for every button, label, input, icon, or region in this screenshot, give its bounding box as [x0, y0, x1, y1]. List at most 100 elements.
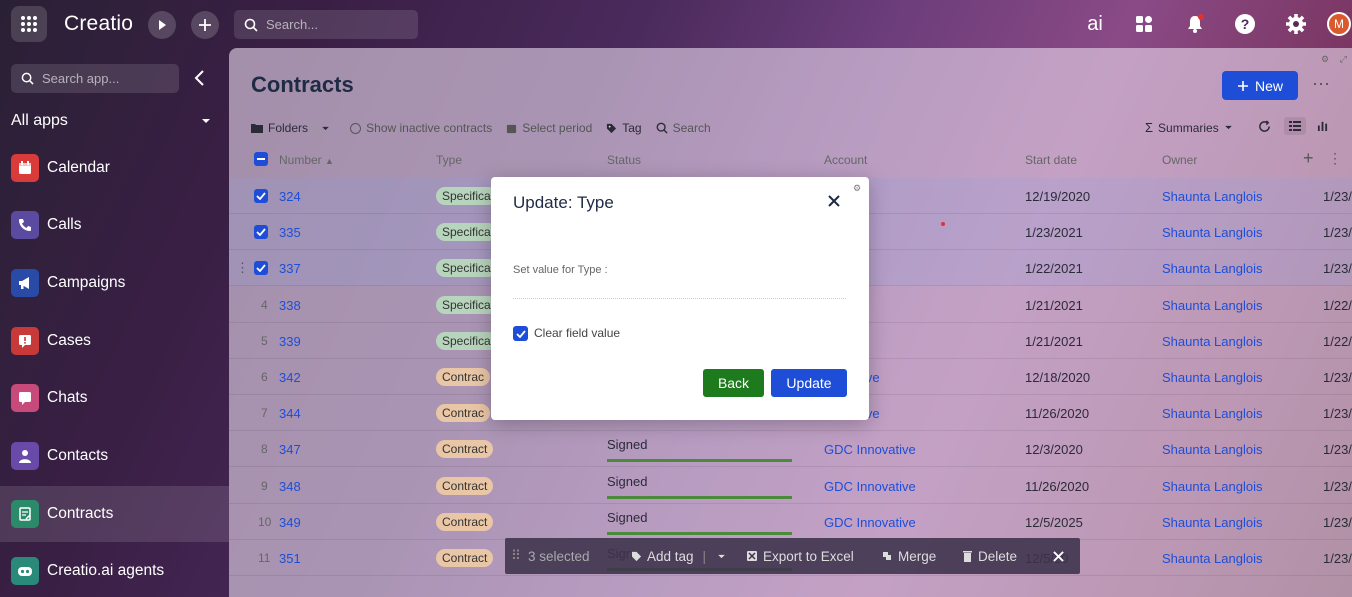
sidebar-item-calls[interactable]: Calls: [0, 197, 229, 253]
type-tag: Contrac: [436, 368, 491, 386]
gear-icon[interactable]: ⚙: [853, 183, 861, 194]
extra-date: 1/23/: [1323, 551, 1352, 566]
help-button[interactable]: ?: [1233, 12, 1257, 36]
select-period-button[interactable]: Select period: [506, 121, 592, 135]
table-row[interactable]: 9 348 Contract Signed GDC Innovative 11/26/20…: [229, 468, 1352, 504]
ai-button[interactable]: ai: [1082, 12, 1108, 36]
delete-button[interactable]: Delete: [962, 549, 1017, 564]
column-owner[interactable]: Owner: [1162, 153, 1197, 167]
list-view-button[interactable]: [1284, 117, 1306, 135]
start-date: 11/26/2020: [1025, 478, 1090, 494]
merge-button[interactable]: Merge: [881, 549, 936, 564]
global-search[interactable]: [234, 10, 418, 39]
bar-chart-icon: [1317, 121, 1328, 131]
app-search[interactable]: [11, 64, 179, 93]
contract-number-link[interactable]: 347: [279, 442, 301, 457]
folder-icon: [251, 124, 263, 133]
list-search[interactable]: Search: [656, 121, 711, 135]
show-inactive-toggle[interactable]: Show inactive contracts: [350, 121, 492, 135]
run-process-button[interactable]: [148, 11, 176, 39]
start-date: 12/5/2025: [1025, 514, 1083, 530]
close-dialog-button[interactable]: [828, 194, 842, 208]
drag-handle-icon[interactable]: ⠿: [511, 548, 521, 564]
contract-number-link[interactable]: 335: [279, 225, 301, 240]
column-number[interactable]: Number ▲: [279, 153, 334, 167]
notifications-button[interactable]: [1183, 12, 1207, 36]
status-progress: [607, 459, 792, 463]
sidebar-item-cases[interactable]: Cases: [0, 313, 229, 369]
chart-view-button[interactable]: [1317, 120, 1328, 131]
sigma-icon: Σ: [1145, 120, 1154, 135]
apps-button[interactable]: [1132, 12, 1156, 36]
owner-link[interactable]: Shaunta Langlois: [1162, 298, 1262, 313]
table-row[interactable]: 8 347 Contract Signed GDC Innovative 12/3/202…: [229, 431, 1352, 468]
account-link[interactable]: GDC Innovative: [824, 515, 916, 530]
column-start-date[interactable]: Start date: [1025, 153, 1077, 167]
owner-link[interactable]: Shaunta Langlois: [1162, 551, 1262, 566]
type-value-field[interactable]: [513, 298, 846, 299]
settings-small-icon[interactable]: ⚙: [1321, 54, 1329, 64]
expand-icon[interactable]: ⤢: [1340, 54, 1347, 64]
chat-icon: [11, 384, 39, 412]
account-link[interactable]: GDC Innovative: [824, 442, 916, 457]
owner-link[interactable]: Shaunta Langlois: [1162, 225, 1262, 240]
row-checkbox[interactable]: [254, 261, 268, 276]
settings-button[interactable]: [1284, 12, 1308, 36]
contract-number-link[interactable]: 339: [279, 334, 301, 349]
column-menu-icon[interactable]: ⋮: [1328, 150, 1342, 167]
owner-link[interactable]: Shaunta Langlois: [1162, 406, 1262, 421]
contract-number-link[interactable]: 349: [279, 515, 301, 530]
close-bulk-button[interactable]: [1053, 550, 1064, 562]
column-type[interactable]: Type: [436, 153, 462, 167]
owner-link[interactable]: Shaunta Langlois: [1162, 334, 1262, 349]
sidebar-item-calendar[interactable]: Calendar: [0, 140, 229, 196]
new-button[interactable]: New: [1222, 71, 1298, 100]
contract-number-link[interactable]: 348: [279, 479, 301, 494]
contract-number-link[interactable]: 324: [279, 189, 301, 204]
row-checkbox[interactable]: [254, 225, 268, 240]
contract-number-link[interactable]: 338: [279, 298, 301, 313]
app-grid-button[interactable]: [11, 6, 47, 42]
refresh-button[interactable]: [1258, 120, 1271, 133]
summaries-button[interactable]: Σ Summaries: [1145, 120, 1233, 135]
more-actions-button[interactable]: ⋯: [1312, 74, 1331, 95]
owner-link[interactable]: Shaunta Langlois: [1162, 370, 1262, 385]
owner-link[interactable]: Shaunta Langlois: [1162, 515, 1262, 530]
contract-number-link[interactable]: 337: [279, 261, 301, 276]
add-tag-button[interactable]: Add tag |: [631, 549, 726, 564]
row-drag-handle-icon[interactable]: ⋮: [236, 260, 249, 276]
row-checkbox[interactable]: [254, 189, 268, 203]
owner-link[interactable]: Shaunta Langlois: [1162, 261, 1262, 276]
sidebar-item-creatio-ai-agents[interactable]: Creatio.ai agents: [0, 543, 229, 597]
folders-button[interactable]: Folders |: [251, 121, 330, 135]
owner-link[interactable]: Shaunta Langlois: [1162, 479, 1262, 494]
column-status[interactable]: Status: [607, 153, 641, 167]
add-button[interactable]: [191, 11, 219, 39]
owner-link[interactable]: Shaunta Langlois: [1162, 189, 1262, 204]
user-avatar[interactable]: M: [1327, 12, 1351, 36]
all-apps-dropdown[interactable]: All apps: [11, 110, 211, 132]
collapse-sidebar-button[interactable]: [190, 68, 210, 88]
account-link[interactable]: GDC Innovative: [824, 479, 916, 494]
sidebar-item-contacts[interactable]: Contacts: [0, 428, 229, 484]
sidebar-item-campaigns[interactable]: Campaigns: [0, 255, 229, 311]
tag-button[interactable]: Tag: [606, 121, 642, 135]
sidebar-item-contracts[interactable]: Contracts: [0, 486, 229, 542]
global-search-input[interactable]: [266, 17, 406, 32]
sidebar-item-chats[interactable]: Chats: [0, 370, 229, 426]
column-account[interactable]: Account: [824, 153, 867, 167]
table-row[interactable]: 10 349 Contract Signed GDC Innovative 12/5/20…: [229, 504, 1352, 540]
update-button[interactable]: Update: [771, 369, 847, 397]
back-button[interactable]: Back: [703, 369, 764, 397]
export-excel-button[interactable]: Export to Excel: [746, 549, 854, 564]
contract-number-link[interactable]: 351: [279, 551, 301, 566]
add-column-icon[interactable]: +: [1303, 148, 1314, 169]
contract-number-link[interactable]: 344: [279, 406, 301, 421]
app-search-input[interactable]: [42, 71, 172, 86]
type-tag: Specifica: [436, 223, 497, 242]
owner-link[interactable]: Shaunta Langlois: [1162, 442, 1262, 457]
clear-field-checkbox[interactable]: [513, 326, 528, 341]
contract-number-link[interactable]: 342: [279, 370, 301, 385]
select-all-checkbox[interactable]: [254, 152, 268, 166]
calendar-icon: [507, 124, 517, 133]
